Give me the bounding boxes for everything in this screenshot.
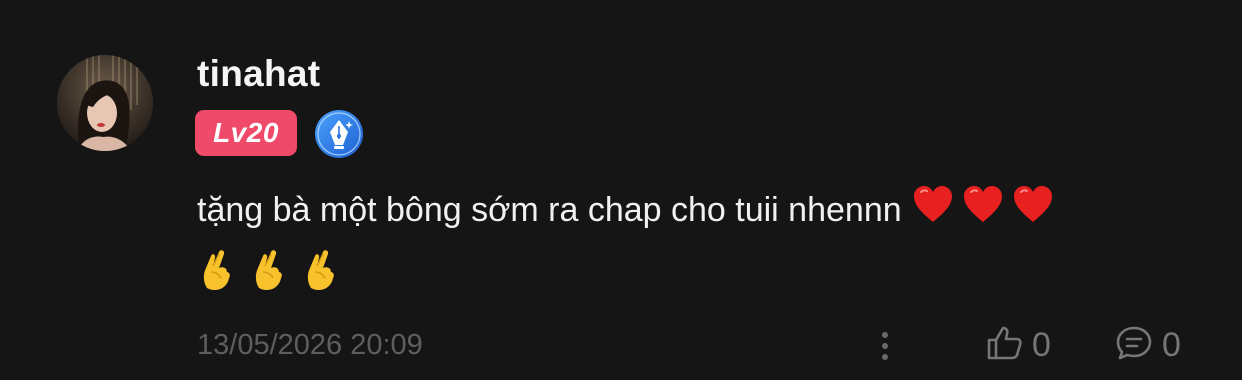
like-button[interactable]: 0 bbox=[984, 324, 1051, 366]
emoji-group bbox=[197, 244, 341, 300]
reply-button[interactable]: 0 bbox=[1114, 324, 1181, 366]
more-options-button[interactable] bbox=[872, 326, 898, 366]
red-heart-icon bbox=[961, 183, 1005, 242]
crossed-fingers-icon bbox=[301, 248, 341, 297]
username[interactable]: tinahat bbox=[197, 52, 320, 96]
avatar[interactable] bbox=[57, 55, 153, 151]
comment-bubble-icon bbox=[1114, 323, 1154, 368]
crossed-fingers-icon bbox=[197, 248, 237, 297]
thumbs-up-icon bbox=[984, 323, 1024, 368]
comment-item: tinahat Lv20 tặng bà một bông sớm ra cha… bbox=[0, 0, 1242, 380]
comment-text: tặng bà một bông sớm ra chap cho tuii nh… bbox=[197, 191, 902, 229]
red-heart-icon bbox=[911, 183, 955, 242]
level-badge: Lv20 bbox=[195, 110, 297, 156]
timestamp: 13/05/2026 20:09 bbox=[197, 329, 423, 361]
vertical-dots-icon bbox=[882, 332, 888, 360]
comment-body: tặng bà một bông sớm ra chap cho tuii nh… bbox=[197, 182, 1197, 242]
fountain-pen-icon bbox=[314, 109, 364, 159]
red-heart-icon bbox=[1011, 183, 1055, 242]
reply-count: 0 bbox=[1162, 326, 1181, 364]
crossed-fingers-icon bbox=[249, 248, 289, 297]
like-count: 0 bbox=[1032, 326, 1051, 364]
emoji-group bbox=[911, 183, 1055, 242]
